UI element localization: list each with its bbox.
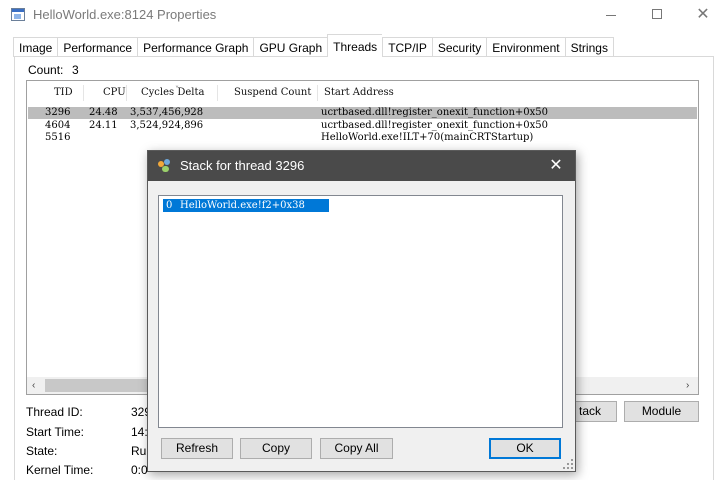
column-divider[interactable]: [217, 85, 218, 101]
thread-start-address: ucrtbased.dll!register_onexit_function+0…: [321, 107, 548, 118]
column-divider[interactable]: [317, 85, 318, 101]
process-explorer-icon: [158, 159, 174, 173]
thread-tid: 5516: [45, 132, 71, 143]
thread-count-label: Count:: [28, 63, 64, 77]
scroll-right-icon[interactable]: ›: [686, 380, 689, 391]
stack-frame-list[interactable]: 0 HelloWorld.exe!f2+0x38: [158, 195, 563, 428]
thread-id-label: Thread ID:: [26, 405, 83, 419]
refresh-button[interactable]: Refresh: [161, 438, 233, 459]
tab-environment[interactable]: Environment: [486, 37, 565, 57]
thread-tid: 3296: [45, 107, 71, 118]
thread-start-address: HelloWorld.exe!ILT+70(mainCRTStartup): [321, 132, 534, 143]
ok-button[interactable]: OK: [489, 438, 561, 459]
scroll-left-icon[interactable]: ‹: [32, 380, 35, 391]
stack-frame-function: HelloWorld.exe!f2+0x38: [180, 200, 305, 211]
thread-row[interactable]: 5516 HelloWorld.exe!ILT+70(mainCRTStartu…: [28, 132, 697, 144]
copy-all-button[interactable]: Copy All: [320, 438, 393, 459]
tab-gpu-graph[interactable]: GPU Graph: [253, 37, 328, 57]
dialog-close-icon[interactable]: ✕: [546, 156, 566, 176]
scrollbar-thumb[interactable]: [45, 379, 163, 392]
app-window-icon: [11, 8, 25, 22]
thread-tid: 4604: [45, 120, 71, 131]
tab-image[interactable]: Image: [13, 37, 58, 57]
stack-frame-row[interactable]: 0 HelloWorld.exe!f2+0x38: [163, 199, 329, 212]
start-time-value: 14:: [131, 425, 148, 439]
stack-dialog[interactable]: Stack for thread 3296 ✕ 0 HelloWorld.exe…: [147, 150, 576, 472]
maximize-button[interactable]: [634, 0, 680, 30]
dialog-title: Stack for thread 3296: [180, 158, 305, 173]
close-button[interactable]: ✕: [680, 0, 726, 30]
stack-frame-index: 0: [166, 200, 173, 211]
tab-security[interactable]: Security: [431, 37, 487, 57]
copy-button[interactable]: Copy: [240, 438, 312, 459]
thread-row[interactable]: 4604 24.11 3,524,924,896 ucrtbased.dll!r…: [28, 120, 697, 132]
column-header-suspend-count[interactable]: Suspend Count: [234, 87, 311, 98]
column-header-start-address[interactable]: Start Address: [324, 87, 394, 98]
minimize-button[interactable]: [588, 0, 634, 30]
module-button[interactable]: Module: [624, 401, 699, 422]
tab-performance[interactable]: Performance: [57, 37, 138, 57]
maximize-icon: [652, 9, 662, 19]
thread-cpu: 24.11: [89, 120, 118, 131]
close-icon: ✕: [696, 6, 710, 23]
minimize-icon: [606, 15, 616, 16]
kernel-time-value: 0:0: [131, 463, 148, 477]
column-header-cycles-delta[interactable]: Cycles Delta: [141, 87, 204, 98]
title-bar[interactable]: HelloWorld.exe:8124 Properties ✕: [0, 0, 726, 30]
thread-cpu: 24.48: [89, 107, 118, 118]
column-header-cpu[interactable]: ˅ CPU: [103, 85, 179, 98]
tab-tcp-ip[interactable]: TCP/IP: [382, 37, 432, 57]
column-divider[interactable]: [126, 85, 127, 101]
column-header-tid[interactable]: TID: [54, 87, 73, 98]
column-divider[interactable]: [83, 85, 84, 101]
tab-performance-graph[interactable]: Performance Graph: [137, 37, 254, 57]
start-time-label: Start Time:: [26, 425, 85, 439]
tab-strip: Image Performance Performance Graph GPU …: [13, 34, 614, 57]
window-title: HelloWorld.exe:8124 Properties: [33, 7, 217, 22]
thread-row[interactable]: 3296 24.48 3,537,456,928 ucrtbased.dll!r…: [28, 107, 697, 119]
resize-grip-icon[interactable]: [563, 459, 573, 469]
dialog-title-bar[interactable]: Stack for thread 3296 ✕: [148, 151, 575, 181]
kernel-time-label: Kernel Time:: [26, 463, 94, 477]
thread-cycles-delta: 3,524,924,896: [130, 120, 204, 131]
tab-strings[interactable]: Strings: [564, 37, 614, 57]
tab-threads[interactable]: Threads: [327, 34, 383, 57]
thread-start-address: ucrtbased.dll!register_onexit_function+0…: [321, 120, 548, 131]
thread-cycles-delta: 3,537,456,928: [130, 107, 204, 118]
state-label: State:: [26, 444, 58, 458]
thread-count-value: 3: [72, 63, 79, 77]
